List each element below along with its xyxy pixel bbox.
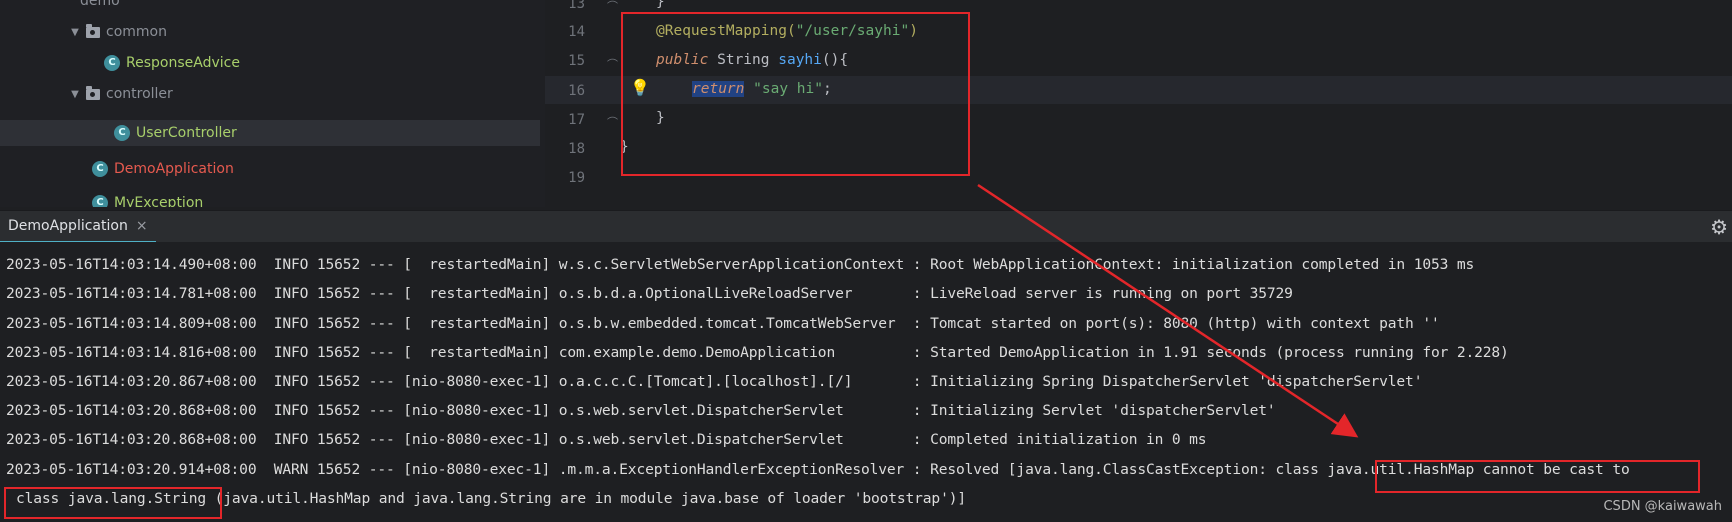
watermark: CSDN @kaiwawah [1603, 499, 1722, 514]
annotation-arrow [977, 183, 1359, 438]
